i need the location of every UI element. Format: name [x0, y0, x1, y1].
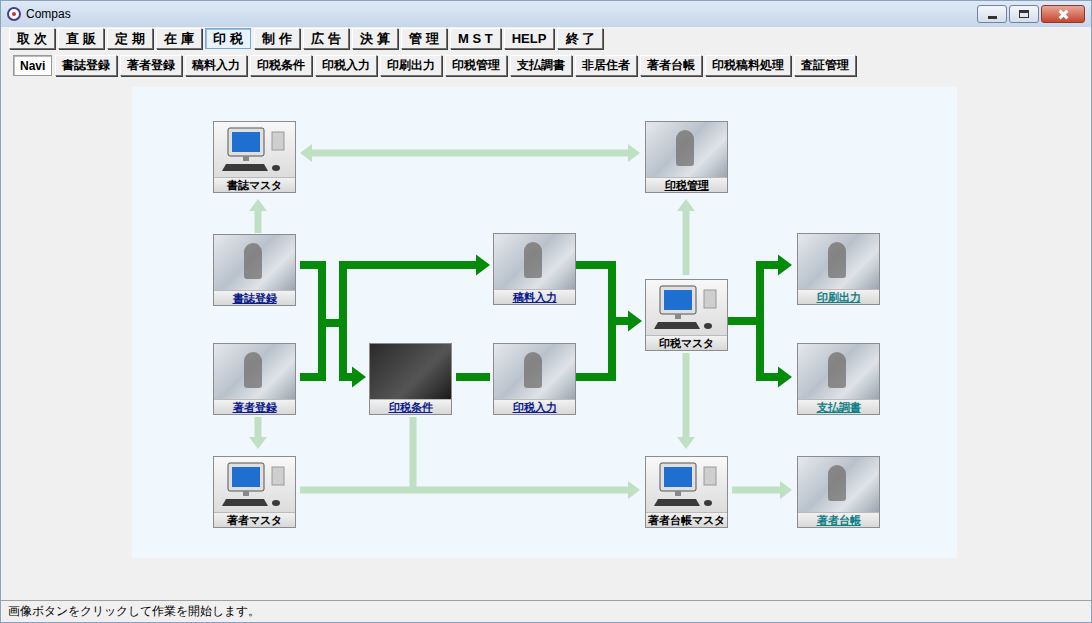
menu-button[interactable]: 直 販: [58, 28, 104, 49]
status-bar: 画像ボタンをクリックして作業を開始します。: [1, 600, 1091, 622]
main-menu: 取 次直 販定 期在 庫印 税制 作広 告決 算管 理M S THELP終 了: [1, 27, 1091, 51]
computer-icon: [646, 457, 727, 512]
node-image: [214, 457, 295, 512]
sub-menu: Navi書誌登録著者登録稿料入力印税条件印税入力印刷出力印税管理支払調書非居住者…: [1, 51, 1091, 79]
photo-image: [494, 234, 575, 289]
node-label: 印税入力: [494, 399, 575, 414]
menu-button[interactable]: M S T: [450, 28, 501, 49]
subtab-button[interactable]: 支払調書: [510, 55, 572, 76]
node-label: 著者マスタ: [214, 512, 295, 527]
diagram-node[interactable]: 印税入力: [493, 343, 576, 415]
subtab-button[interactable]: Navi: [13, 55, 52, 76]
diagram-node[interactable]: 著者登録: [213, 343, 296, 415]
subtab-button[interactable]: 非居住者: [575, 55, 637, 76]
photo-image: [646, 122, 727, 177]
diagram-node[interactable]: 稿料入力: [493, 233, 576, 305]
node-label: 著者登録: [214, 399, 295, 414]
node-label: 書誌マスタ: [214, 177, 295, 192]
subtab-button[interactable]: 稿料入力: [185, 55, 247, 76]
node-label: 書誌登録: [214, 290, 295, 305]
photo-image: [370, 344, 451, 399]
photo-image: [214, 344, 295, 399]
computer-icon: [214, 122, 295, 177]
diagram-node: 印税マスタ: [645, 279, 728, 351]
photo-image: [494, 344, 575, 399]
photo-image: [214, 235, 295, 290]
node-label: 著者台帳: [798, 512, 879, 527]
close-icon[interactable]: [1041, 5, 1085, 23]
diagram-node: 著者台帳マスタ: [645, 456, 728, 528]
main-area: 書誌マスタ 印税管理書誌登録 稿料入力印税マスタ 印刷出力著者登録 印税条件 印税入力 支払…: [1, 79, 1091, 600]
menu-button[interactable]: 広 告: [303, 28, 349, 49]
window-controls: [977, 5, 1085, 23]
photo-image: [798, 344, 879, 399]
subtab-button[interactable]: 著者登録: [120, 55, 182, 76]
maximize-icon[interactable]: [1009, 5, 1039, 23]
node-label: 印刷出力: [798, 289, 879, 304]
photo-image: [798, 234, 879, 289]
compass-icon: [7, 7, 21, 21]
subtab-button[interactable]: 印税入力: [315, 55, 377, 76]
menu-button[interactable]: 在 庫: [156, 28, 202, 49]
diagram-node[interactable]: 印税条件: [369, 343, 452, 415]
menu-button[interactable]: 決 算: [352, 28, 398, 49]
diagram-node[interactable]: 著者台帳: [797, 456, 880, 528]
subtab-button[interactable]: 書誌登録: [55, 55, 117, 76]
window-title: Compas: [26, 7, 71, 21]
node-label: 支払調書: [798, 399, 879, 414]
subtab-button[interactable]: 印税管理: [445, 55, 507, 76]
node-label: 印税マスタ: [646, 335, 727, 350]
node-label: 著者台帳マスタ: [646, 512, 727, 527]
menu-button[interactable]: 管 理: [401, 28, 447, 49]
subtab-button[interactable]: 印税条件: [250, 55, 312, 76]
computer-icon: [214, 457, 295, 512]
navigation-diagram: 書誌マスタ 印税管理書誌登録 稿料入力印税マスタ 印刷出力著者登録 印税条件 印税入力 支払…: [132, 87, 957, 558]
menu-button[interactable]: 定 期: [107, 28, 153, 49]
node-image: [646, 457, 727, 512]
diagram-node[interactable]: 支払調書: [797, 343, 880, 415]
diagram-node[interactable]: 印刷出力: [797, 233, 880, 305]
node-label: 印税管理: [646, 177, 727, 192]
node-image: [214, 122, 295, 177]
node-label: 印税条件: [370, 399, 451, 414]
title-bar: Compas: [1, 1, 1091, 27]
diagram-node: 著者マスタ: [213, 456, 296, 528]
subtab-button[interactable]: 著者台帳: [640, 55, 702, 76]
computer-icon: [646, 280, 727, 335]
subtab-button[interactable]: 印税稿料処理: [705, 55, 791, 76]
diagram-node[interactable]: 印税管理: [645, 121, 728, 193]
diagram-node: 書誌マスタ: [213, 121, 296, 193]
diagram-node[interactable]: 書誌登録: [213, 234, 296, 306]
status-text: 画像ボタンをクリックして作業を開始します。: [8, 603, 260, 620]
node-image: [646, 280, 727, 335]
subtab-button[interactable]: 査証管理: [794, 55, 856, 76]
photo-image: [798, 457, 879, 512]
menu-button[interactable]: 終 了: [557, 28, 603, 49]
menu-button[interactable]: 印 税: [205, 28, 251, 49]
menu-button[interactable]: 取 次: [9, 28, 55, 49]
menu-button[interactable]: HELP: [504, 28, 555, 49]
subtab-button[interactable]: 印刷出力: [380, 55, 442, 76]
node-label: 稿料入力: [494, 289, 575, 304]
minimize-icon[interactable]: [977, 5, 1007, 23]
menu-button[interactable]: 制 作: [254, 28, 300, 49]
